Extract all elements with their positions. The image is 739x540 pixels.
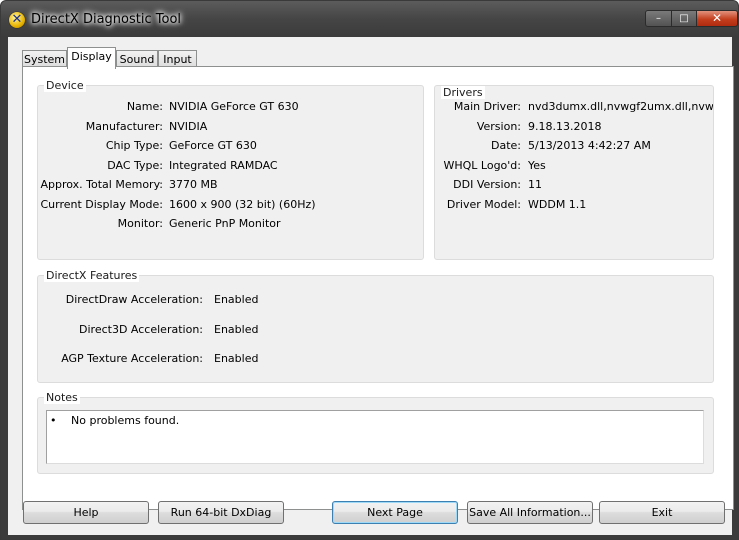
app-window: ✕ DirectX Diagnostic Tool – □ ✕ System D… — [0, 0, 739, 540]
maximize-button[interactable]: □ — [671, 10, 697, 27]
device-name-value: NVIDIA GeForce GT 630 — [169, 100, 299, 113]
notes-group: Notes • No problems found. — [37, 391, 714, 474]
monitor-value: Generic PnP Monitor — [169, 217, 281, 230]
minimize-button[interactable]: – — [645, 10, 672, 27]
features-group-title: DirectX Features — [44, 269, 140, 282]
main-driver-value: nvd3dumx.dll,nvwgf2umx.dll,nvwgf2 — [528, 100, 714, 113]
driver-model-label: Driver Model: — [446, 198, 521, 211]
driver-model-value: WDDM 1.1 — [528, 198, 587, 211]
dac-type-value: Integrated RAMDAC — [169, 159, 278, 172]
device-group: Device Name: NVIDIA GeForce GT 630 Manuf… — [37, 79, 424, 260]
date-label: Date: — [491, 139, 521, 152]
display-mode-label: Current Display Mode: — [40, 198, 163, 211]
whql-label: WHQL Logo'd: — [443, 159, 521, 172]
whql-value: Yes — [528, 159, 546, 172]
dac-type-label: DAC Type: — [107, 159, 163, 172]
notes-bullet: • — [50, 414, 57, 427]
drivers-group-title: Drivers — [441, 86, 485, 99]
save-all-information-button[interactable]: Save All Information... — [467, 501, 593, 524]
device-name-label: Name: — [126, 100, 163, 113]
directx-features-group: DirectX Features DirectDraw Acceleration… — [37, 269, 714, 383]
date-value: 5/13/2013 4:42:27 AM — [528, 139, 651, 152]
client-area: System Display Sound Input Device Name: … — [8, 37, 734, 535]
next-page-button[interactable]: Next Page — [332, 501, 458, 524]
agp-texture-label: AGP Texture Acceleration: — [61, 352, 203, 365]
ddi-version-label: DDI Version: — [453, 178, 521, 191]
agp-texture-value: Enabled — [214, 352, 259, 365]
total-memory-value: 3770 MB — [169, 178, 218, 191]
notes-textbox[interactable]: • No problems found. — [46, 410, 704, 464]
display-tab-panel: Device Name: NVIDIA GeForce GT 630 Manuf… — [22, 66, 734, 510]
directx-x-icon: ✕ — [9, 12, 25, 28]
chip-type-value: GeForce GT 630 — [169, 139, 257, 152]
total-memory-label: Approx. Total Memory: — [40, 178, 164, 191]
run-64bit-dxdiag-button[interactable]: Run 64-bit DxDiag — [158, 501, 284, 524]
main-driver-label: Main Driver: — [453, 100, 521, 113]
exit-button[interactable]: Exit — [599, 501, 725, 524]
close-button[interactable]: ✕ — [696, 10, 738, 27]
window-title: DirectX Diagnostic Tool — [31, 12, 182, 27]
directdraw-value: Enabled — [214, 293, 259, 306]
version-label: Version: — [476, 120, 521, 133]
direct3d-label: Direct3D Acceleration: — [79, 323, 203, 336]
manufacturer-label: Manufacturer: — [85, 120, 163, 133]
display-mode-value: 1600 x 900 (32 bit) (60Hz) — [169, 198, 316, 211]
notes-item: No problems found. — [71, 414, 180, 427]
notes-group-title: Notes — [44, 391, 80, 404]
directdraw-label: DirectDraw Acceleration: — [65, 293, 203, 306]
direct3d-value: Enabled — [214, 323, 259, 336]
title-bar[interactable]: ✕ DirectX Diagnostic Tool – □ ✕ — [1, 1, 738, 37]
device-group-title: Device — [44, 79, 86, 92]
monitor-label: Monitor: — [117, 217, 163, 230]
version-value: 9.18.13.2018 — [528, 120, 602, 133]
tab-display[interactable]: Display — [67, 47, 116, 69]
manufacturer-value: NVIDIA — [169, 120, 208, 133]
drivers-group: Drivers Main Driver: nvd3dumx.dll,nvwgf2… — [434, 85, 714, 260]
help-button[interactable]: Help — [23, 501, 149, 524]
chip-type-label: Chip Type: — [105, 139, 163, 152]
ddi-version-value: 11 — [528, 178, 542, 191]
